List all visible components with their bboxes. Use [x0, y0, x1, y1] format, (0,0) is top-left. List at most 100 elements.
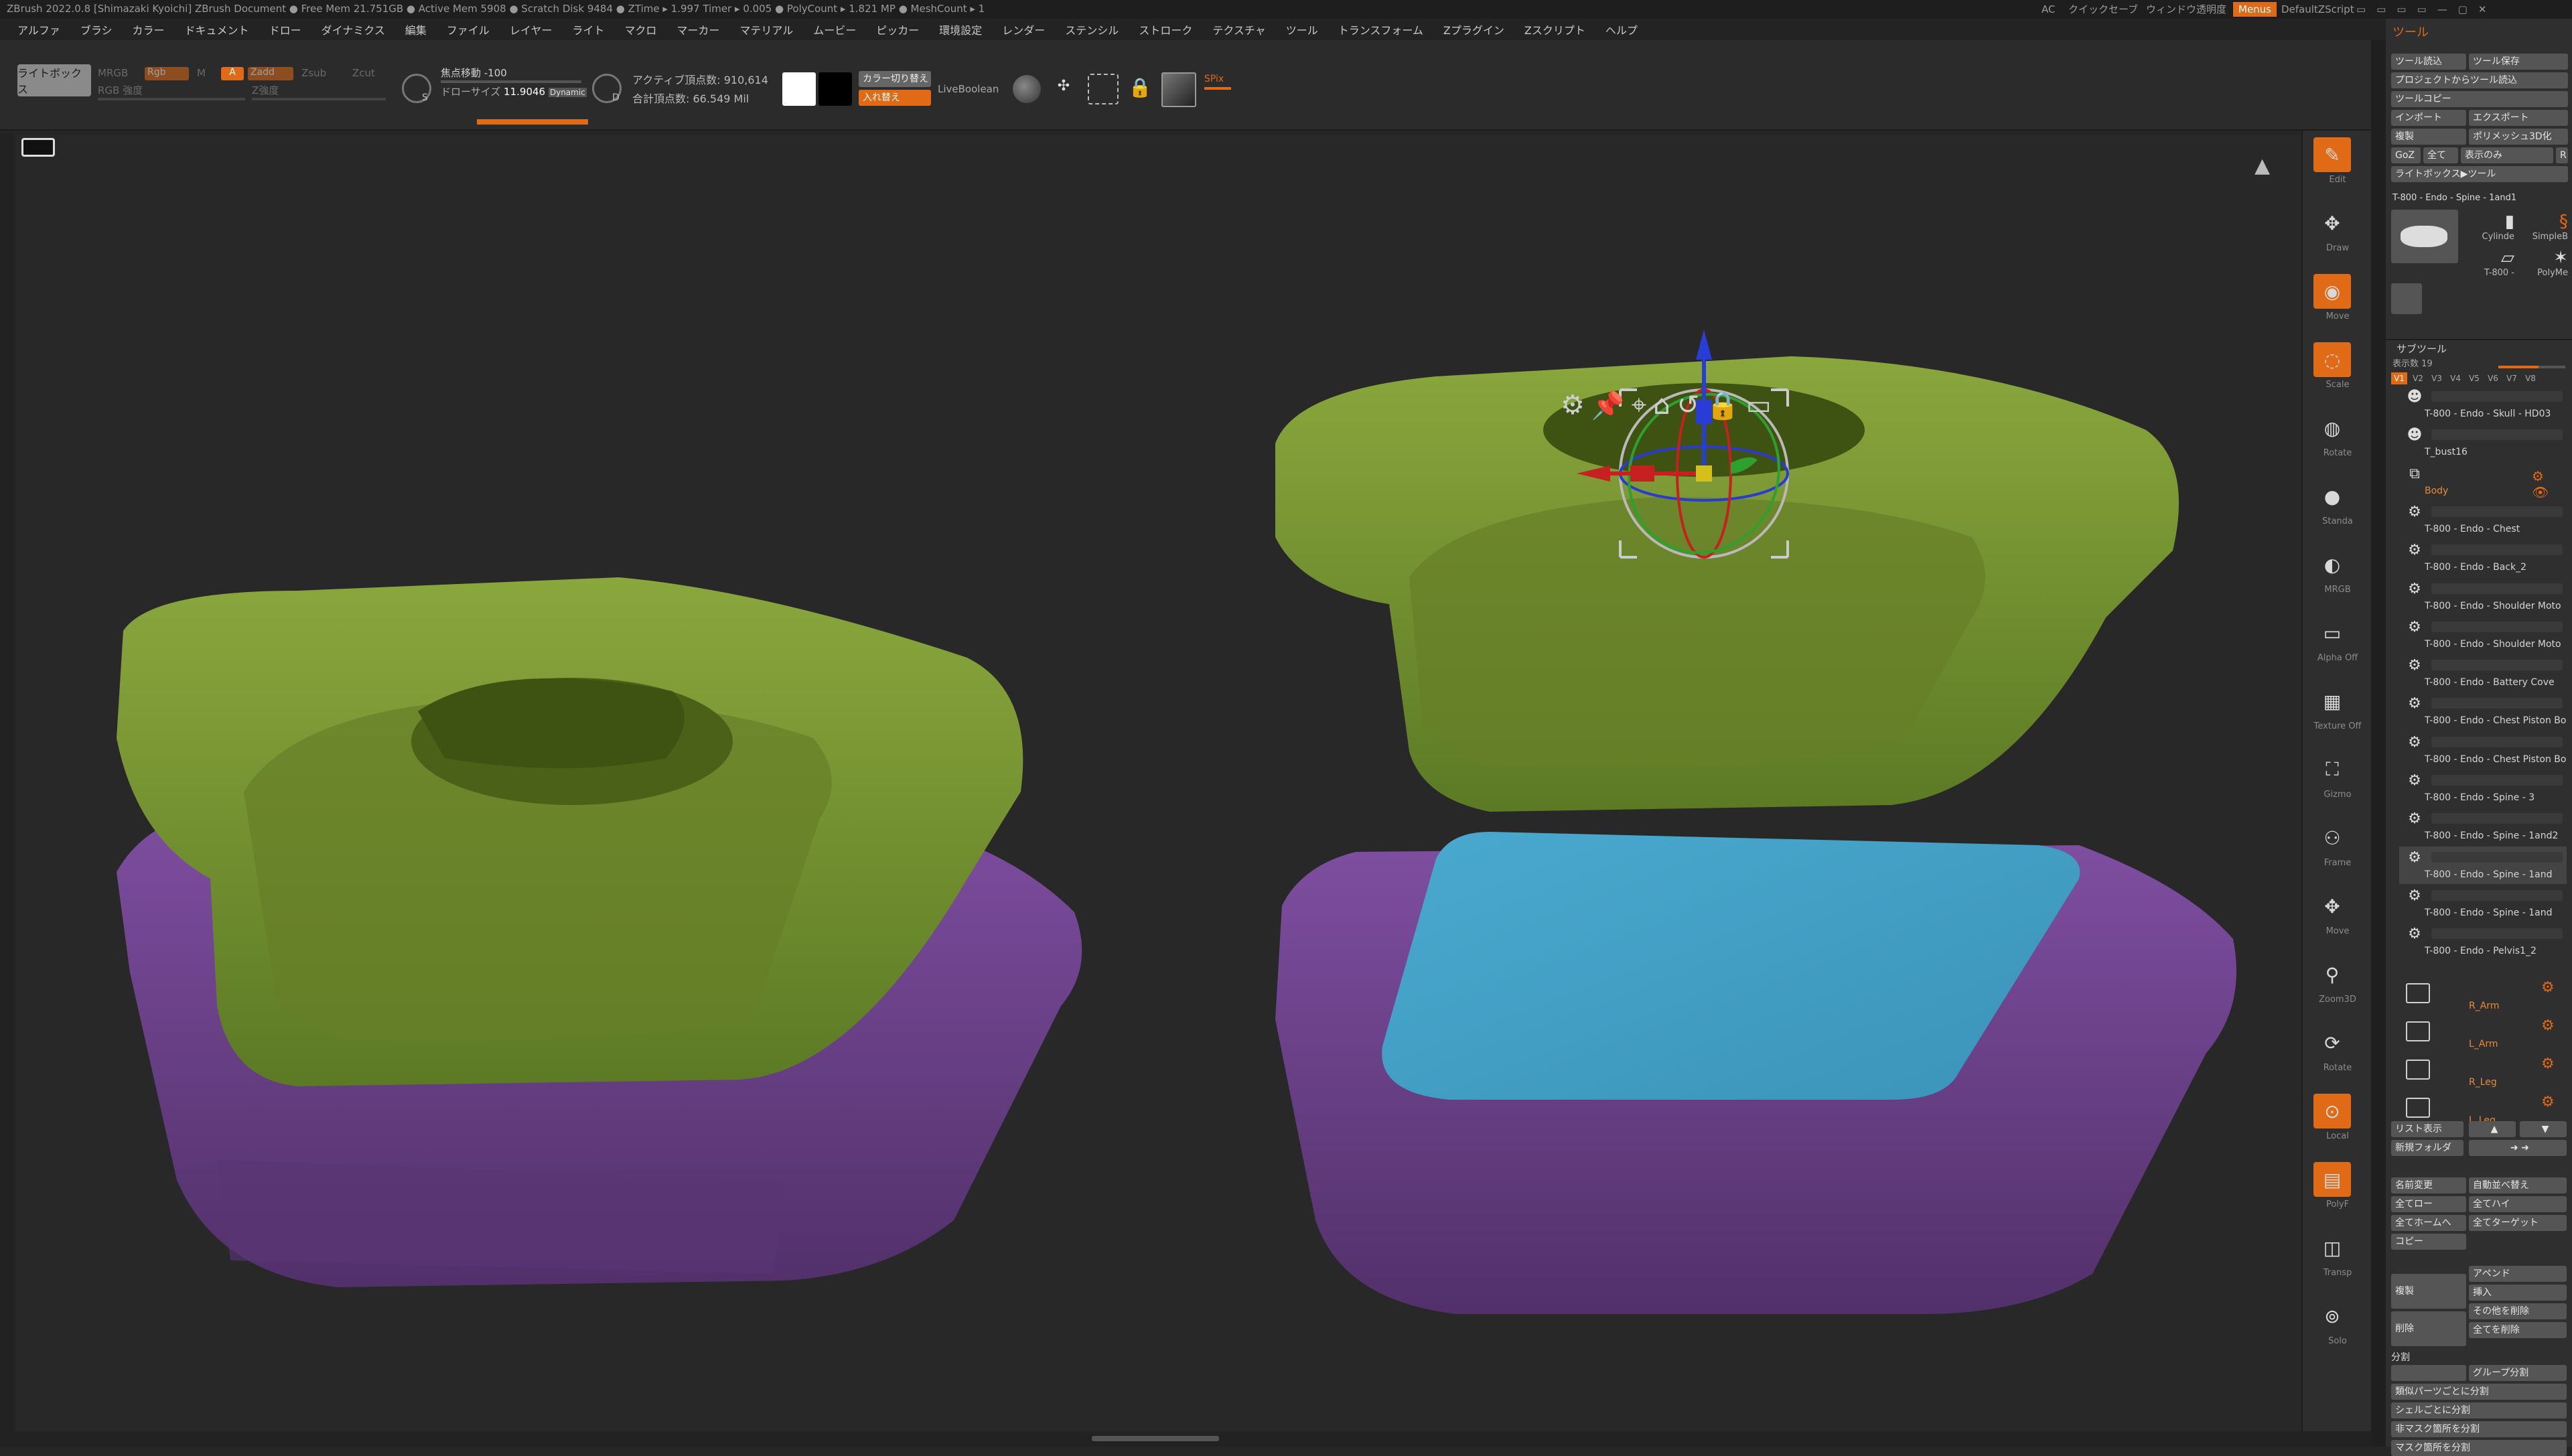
tool-button[interactable]: ライトボックス▶ツール — [2391, 166, 2568, 182]
menu-item[interactable]: レイヤー — [510, 21, 553, 38]
subtool-item[interactable]: ☻ T-800 - Endo - Skull - HD03 — [2399, 386, 2567, 423]
shelf-button[interactable]: ▦ — [2313, 684, 2351, 719]
shelf-button[interactable]: ⊙ — [2313, 1094, 2351, 1129]
swap-button[interactable]: 入れ替え — [859, 90, 931, 106]
duplicate-button[interactable]: 複製 — [2391, 1274, 2466, 1309]
subtool-header[interactable]: サブツール — [2397, 342, 2447, 356]
subtool-item[interactable]: ⚙ T-800 - Endo - Chest — [2399, 501, 2567, 538]
subtool-visibility-controls[interactable] — [2431, 660, 2563, 671]
focal-shift-slider[interactable]: 焦点移動 -100 — [435, 64, 589, 82]
version-tab[interactable]: V5 — [2466, 372, 2482, 384]
tool-thumb[interactable]: ▱ T-800 - — [2463, 248, 2514, 283]
subtool-visibility-controls[interactable] — [2431, 698, 2563, 709]
folder-gear-icon[interactable]: ⚙ — [2541, 1094, 2555, 1110]
mesh-render[interactable] — [16, 135, 2301, 1431]
scale-arrows-icon[interactable]: ✣ — [1049, 78, 1078, 102]
subtool-visibility-controls[interactable] — [2431, 391, 2563, 402]
menu-item[interactable]: 環境設定 — [939, 21, 982, 38]
menu-item[interactable]: ブラシ — [80, 21, 113, 38]
tool-button[interactable]: インポート — [2391, 110, 2466, 126]
menu-item[interactable]: ダイナミクス — [322, 21, 385, 38]
m-button[interactable]: M — [197, 67, 206, 79]
menu-item[interactable]: カラー — [133, 21, 165, 38]
subtool-item[interactable]: ⚙ T-800 - Endo - Pelvis1_2 — [2399, 923, 2567, 960]
subtool-folder[interactable]: ⚙ R_Leg — [2399, 1053, 2567, 1090]
subtool-visibility-controls[interactable] — [2431, 889, 2563, 901]
shelf-button[interactable]: ✥ — [2313, 206, 2351, 240]
version-tab[interactable]: V1 — [2391, 372, 2407, 384]
subtool-visibility-controls[interactable] — [2431, 851, 2563, 863]
quicksave-button[interactable]: クイックセーブ — [2063, 2, 2143, 17]
tool-button[interactable]: ツールコピー — [2391, 91, 2568, 107]
subtool-visibility-controls[interactable] — [2431, 583, 2563, 594]
split-button[interactable]: 類似パーツごとに分割 — [2391, 1384, 2567, 1400]
gizmo-lock-icon[interactable]: 🔒 — [1706, 390, 1739, 421]
subtool-visibility-controls[interactable] — [2431, 928, 2563, 940]
list-control-button[interactable]: リスト表示 — [2391, 1121, 2463, 1137]
subtool-action-button[interactable]: 全てホームへ — [2391, 1215, 2466, 1231]
tool-button[interactable]: 全て — [2423, 147, 2458, 163]
z-intensity-track[interactable] — [252, 98, 386, 100]
a-button[interactable]: A — [221, 67, 244, 80]
frame-icon[interactable] — [1088, 74, 1119, 104]
tool-button[interactable]: 複製 — [2391, 129, 2466, 145]
subtool-item[interactable]: ⚙ T-800 - Endo - Battery Cove — [2399, 654, 2567, 692]
shelf-button[interactable]: ⚇ — [2313, 820, 2351, 855]
menu-item[interactable]: ドロー — [269, 21, 301, 38]
subtool-item[interactable]: ⚙ T-800 - Endo - Shoulder Moto — [2399, 578, 2567, 615]
subtool-visibility-controls[interactable] — [2431, 544, 2563, 556]
window-controls[interactable]: ▭▭▭▭—▢✕ — [2351, 2, 2502, 17]
version-tab[interactable]: V7 — [2504, 372, 2520, 384]
tool-button[interactable]: プロジェクトからツール読込 — [2391, 72, 2568, 88]
subtool-visibility-controls[interactable] — [2431, 621, 2563, 632]
gizmo-location-icon[interactable]: ⌖ — [1632, 390, 1647, 421]
shelf-button[interactable]: ◉ — [2313, 274, 2351, 309]
subtool-action-button[interactable]: 名前変更 — [2391, 1177, 2466, 1193]
window-transparency-button[interactable]: ウィンドウ透明度 — [2141, 2, 2232, 17]
group-split-button[interactable]: グループ分割 — [2469, 1365, 2567, 1381]
version-tab[interactable]: V3 — [2429, 372, 2445, 384]
subtool-item[interactable]: ⚙ T-800 - Endo - Spine - 1and — [2399, 885, 2567, 922]
shelf-button[interactable]: ◍ — [2313, 411, 2351, 445]
subtool-action-button[interactable]: 自動並べ替え — [2469, 1177, 2567, 1193]
gizmo-customize-icon[interactable]: ▭ — [1746, 390, 1772, 421]
menu-item[interactable]: マテリアル — [739, 21, 793, 38]
menu-item[interactable]: マーカー — [676, 21, 719, 38]
subtool-action-button[interactable]: 挿入 — [2469, 1285, 2567, 1301]
split-blank-button[interactable] — [2391, 1365, 2466, 1381]
subtool-folder[interactable]: ⚙ L_Arm — [2399, 1015, 2567, 1052]
tool-button[interactable]: GoZ — [2391, 147, 2421, 163]
shelf-button[interactable]: ● — [2313, 479, 2351, 514]
list-control-button[interactable]: 新規フォルダ — [2391, 1140, 2463, 1156]
spix-slider[interactable] — [1204, 87, 1231, 90]
shelf-button[interactable]: ▭ — [2313, 615, 2351, 650]
shelf-button[interactable]: ⚲ — [2313, 957, 2351, 992]
subtool-visibility-controls[interactable]: ⚙ 👁 — [2431, 468, 2563, 500]
zadd-button[interactable]: Zadd — [248, 67, 293, 80]
subtool-item[interactable]: ⚙ T-800 - Endo - Spine - 1and2 — [2399, 808, 2567, 845]
folder-gear-icon[interactable]: ⚙ — [2541, 979, 2555, 996]
menu-item[interactable]: 編集 — [405, 21, 427, 38]
subtool-action-button[interactable]: アペンド — [2469, 1266, 2567, 1282]
subtool-action-button[interactable]: 全てターゲット — [2469, 1215, 2567, 1231]
visible-count-slider[interactable] — [2498, 366, 2565, 368]
subtool-action-button[interactable]: 全てを削除 — [2469, 1322, 2567, 1338]
tool-thumb[interactable]: ✶ PolyMe — [2517, 248, 2568, 283]
dynamic-button[interactable]: Dynamic — [548, 88, 587, 97]
split-button[interactable]: 非マスク箇所を分割 — [2391, 1421, 2567, 1437]
menu-item[interactable]: ツール — [1286, 21, 1318, 38]
version-tab[interactable]: V8 — [2522, 372, 2539, 384]
arrow-buttons[interactable]: ➜ ➜ — [2469, 1140, 2567, 1156]
gizmo-pin-icon[interactable]: 📌 — [1591, 390, 1625, 421]
gizmo-home-icon[interactable]: ⌂ — [1653, 390, 1670, 421]
shelf-button[interactable]: ⟳ — [2313, 1025, 2351, 1060]
tool-button[interactable]: 表示のみ — [2461, 147, 2553, 163]
move-up-button[interactable]: ▲ — [2469, 1121, 2516, 1137]
subtool-action-button[interactable]: 全てハイ — [2469, 1196, 2567, 1212]
subtool-item[interactable]: ⚙ T-800 - Endo - Chest Piston Bo — [2399, 693, 2567, 730]
shelf-button[interactable]: ◫ — [2313, 1230, 2351, 1265]
version-tab[interactable]: V2 — [2410, 372, 2426, 384]
gizmo-reset-icon[interactable]: ↺ — [1677, 390, 1700, 421]
menu-item[interactable]: アルファ — [17, 21, 60, 38]
subtool-visibility-controls[interactable] — [2431, 736, 2563, 747]
